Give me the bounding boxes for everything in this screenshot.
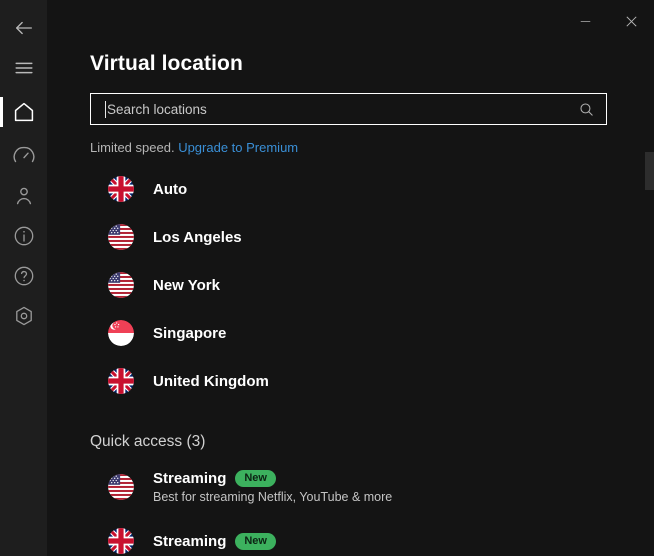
flag-us-icon xyxy=(108,224,134,250)
hamburger-menu-icon xyxy=(14,62,33,74)
search-input[interactable]: Search locations xyxy=(90,93,607,125)
quick-access-title: Streaming xyxy=(153,532,227,550)
vertical-scrollbar[interactable] xyxy=(644,42,654,556)
sidebar-item-home[interactable] xyxy=(0,92,47,132)
list-item[interactable]: Singapore xyxy=(90,309,654,357)
quick-access-title-line: Streaming New xyxy=(153,470,392,487)
flag-us-icon xyxy=(108,272,134,298)
list-item[interactable]: Streaming New Best for streaming Netflix… xyxy=(90,460,654,514)
flag-gb-icon xyxy=(108,368,134,394)
hexagon-gear-icon xyxy=(15,306,32,326)
sidebar-item-settings[interactable] xyxy=(0,296,47,336)
location-list: Auto Los Angeles New York Singapore Unit… xyxy=(90,165,654,405)
limited-speed-label: Limited speed. xyxy=(90,140,175,155)
back-button[interactable] xyxy=(0,8,47,48)
window-controls xyxy=(562,0,654,42)
sidebar-item-help[interactable] xyxy=(0,256,47,296)
left-nav-rail xyxy=(0,0,47,556)
minimize-button[interactable] xyxy=(562,0,608,42)
quick-access-subtitle: Best for streaming Netflix, YouTube & mo… xyxy=(153,490,393,504)
minimize-icon xyxy=(580,20,590,22)
search-placeholder: Search locations xyxy=(107,101,207,117)
quick-access-text: Streaming New xyxy=(153,532,276,550)
flag-sg-icon xyxy=(108,320,134,346)
search-icon[interactable] xyxy=(578,101,595,118)
menu-button[interactable] xyxy=(0,48,47,88)
location-name: Singapore xyxy=(153,324,227,342)
speedometer-icon xyxy=(13,146,34,163)
quick-access-title: Streaming xyxy=(153,470,227,487)
location-name: Los Angeles xyxy=(153,228,242,246)
location-name: Auto xyxy=(153,180,188,198)
quick-access-text: Streaming New Best for streaming Netflix… xyxy=(153,470,392,504)
list-item[interactable]: Auto xyxy=(90,165,654,213)
back-arrow-icon xyxy=(15,21,32,35)
flag-gb-icon xyxy=(108,528,134,554)
flag-us-icon xyxy=(108,474,134,500)
home-icon xyxy=(14,102,33,122)
quick-access-list: Streaming New Best for streaming Netflix… xyxy=(90,460,654,556)
flag-gb-icon xyxy=(108,176,134,202)
main-content: Virtual location Search locations Limite… xyxy=(47,0,654,556)
status-badge: New xyxy=(235,470,276,487)
list-item[interactable]: New York xyxy=(90,261,654,309)
question-circle-icon xyxy=(14,266,33,286)
location-name: United Kingdom xyxy=(153,372,269,390)
text-caret xyxy=(105,100,106,118)
app-window: Virtual location Search locations Limite… xyxy=(0,0,654,556)
sidebar-item-account[interactable] xyxy=(0,176,47,216)
quick-access-title-line: Streaming New xyxy=(153,532,276,550)
limited-speed-notice: Limited speed. Upgrade to Premium xyxy=(90,140,654,155)
close-button[interactable] xyxy=(608,0,654,42)
upgrade-to-premium-link[interactable]: Upgrade to Premium xyxy=(178,140,298,155)
list-item[interactable]: Streaming New xyxy=(90,514,654,556)
quick-access-heading: Quick access (3) xyxy=(90,433,206,450)
person-icon xyxy=(16,187,31,205)
sidebar-item-speed[interactable] xyxy=(0,136,47,176)
sidebar-item-info[interactable] xyxy=(0,216,47,256)
location-name: New York xyxy=(153,276,220,294)
list-item[interactable]: United Kingdom xyxy=(90,357,654,405)
status-badge: New xyxy=(235,532,276,550)
info-circle-icon xyxy=(14,226,33,246)
list-item[interactable]: Los Angeles xyxy=(90,213,654,261)
scrollbar-thumb[interactable] xyxy=(645,152,654,190)
close-icon xyxy=(625,15,637,27)
